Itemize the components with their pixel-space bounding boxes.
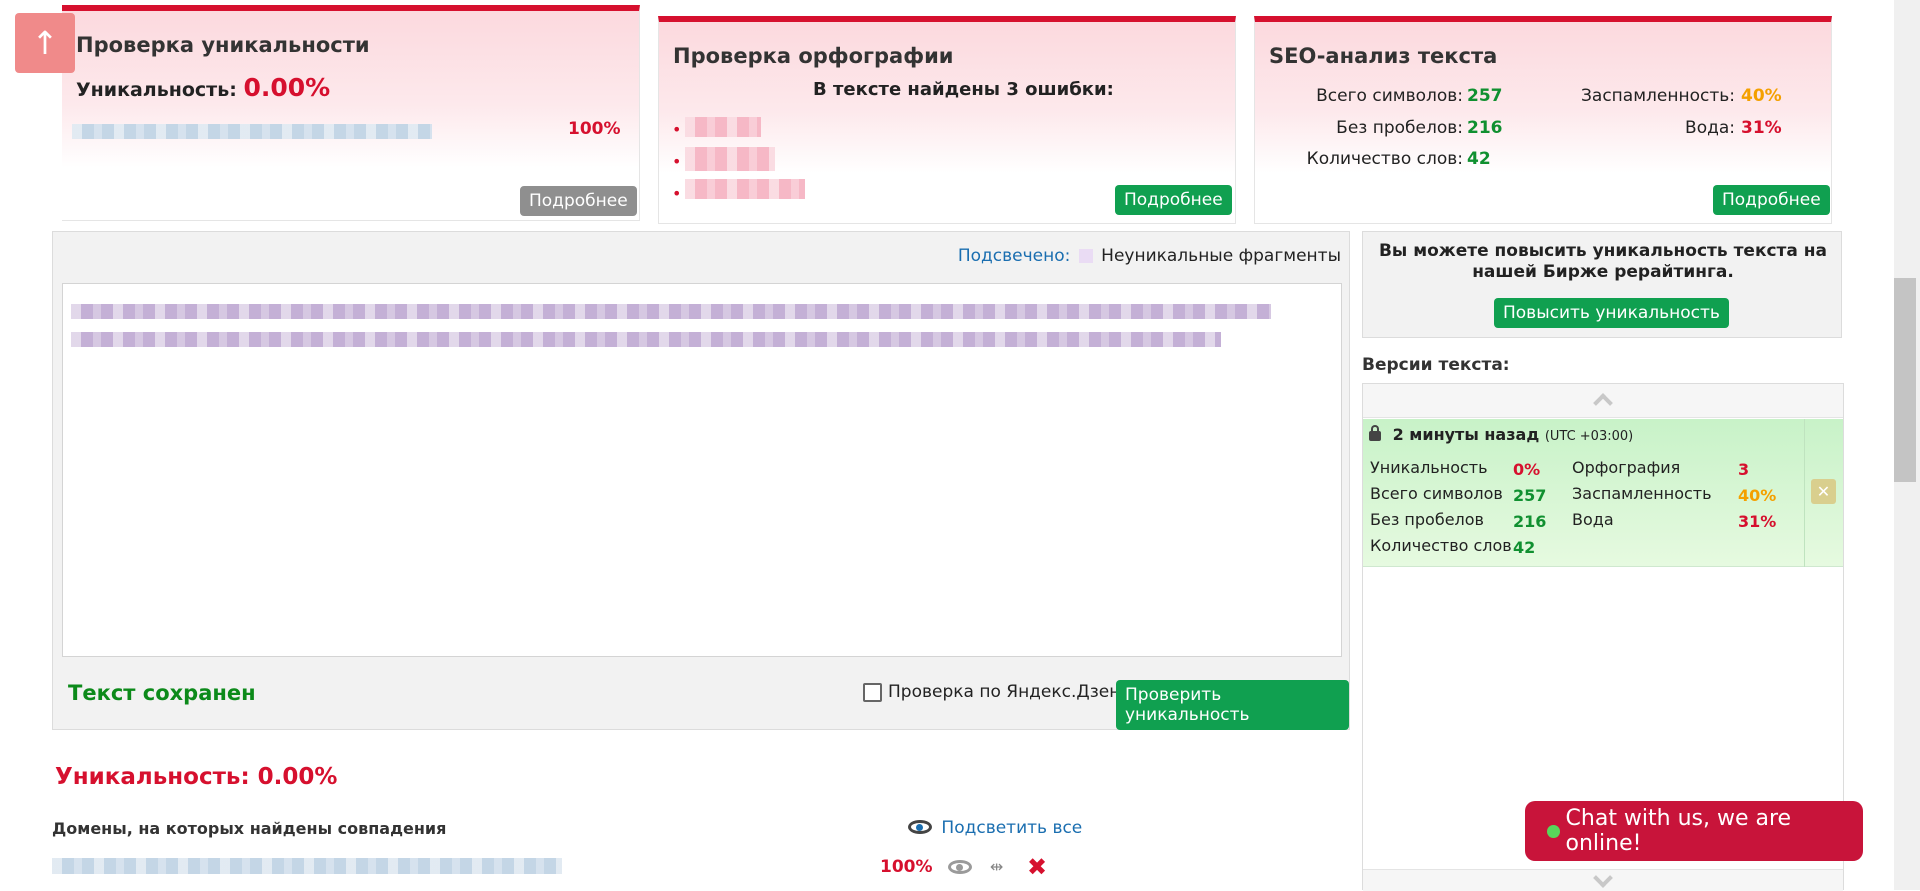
- version-values-left: 0% 257 216 42: [1513, 457, 1546, 561]
- v-nospace-label: Без пробелов: [1370, 510, 1484, 529]
- versions-title: Версии текста:: [1362, 355, 1510, 375]
- check-uniqueness-button[interactable]: Проверить уникальность: [1116, 680, 1349, 730]
- water-label: Вода:: [1685, 118, 1735, 138]
- uniqueness-label: Уникальность:: [76, 79, 237, 101]
- v-spam-label: Заспамленность: [1572, 484, 1712, 503]
- compare-icon[interactable]: ⇹: [990, 857, 1003, 876]
- spelling-summary: В тексте найдены 3 ошибки:: [813, 79, 1114, 100]
- words-value: 42: [1467, 149, 1491, 169]
- scrollbar-thumb[interactable]: [1894, 278, 1916, 482]
- uniqueness-value: 0.00%: [243, 73, 331, 102]
- close-icon: ✕: [1816, 482, 1831, 501]
- legend-swatch: [1078, 249, 1093, 263]
- v-spell: 3: [1738, 460, 1750, 479]
- blurred-text-line: [71, 332, 1221, 347]
- uniqueness-card: Проверка уникальности Уникальность: 0.00…: [62, 5, 640, 221]
- v-water: 31%: [1738, 512, 1777, 531]
- card-title: Проверка орфографии: [673, 44, 954, 68]
- version-divider: [1804, 419, 1805, 567]
- delete-version-button[interactable]: ✕: [1811, 479, 1836, 504]
- highlight-label: Подсвечено:: [957, 246, 1071, 266]
- version-item[interactable]: 2 минуты назад (UTC +03:00) Уникальность…: [1363, 419, 1843, 567]
- v-uniq-label: Уникальность: [1370, 458, 1488, 477]
- editor-panel: Подсвечено: Неуникальные фрагменты Текст…: [52, 231, 1350, 730]
- highlight-all-link[interactable]: Подсветить все: [908, 818, 1082, 838]
- v-spell-label: Орфография: [1572, 458, 1681, 477]
- card-title: SEO-анализ текста: [1269, 44, 1498, 68]
- spam-label: Заспамленность:: [1581, 86, 1735, 106]
- results-title: Уникальность: 0.00%: [55, 764, 338, 790]
- blurred-error: [685, 179, 805, 199]
- online-dot-icon: [1547, 824, 1560, 838]
- blurred-error: [685, 117, 761, 137]
- spam-value: 40%: [1741, 86, 1782, 106]
- blurred-url: [72, 124, 432, 139]
- scroll-top-button[interactable]: ↑: [15, 13, 75, 73]
- raise-uniqueness-button[interactable]: Повысить уникальность: [1494, 298, 1729, 328]
- water-value: 31%: [1741, 118, 1782, 138]
- domains-label: Домены, на которых найдены совпадения: [52, 819, 447, 838]
- blurred-error: [685, 147, 775, 171]
- total-chars-value: 257: [1467, 86, 1503, 106]
- chat-widget-button[interactable]: Chat with us, we are online!: [1525, 801, 1863, 861]
- card-title: Проверка уникальности: [76, 33, 370, 57]
- words-label: Количество слов:: [1306, 149, 1463, 169]
- arrow-up-icon: ↑: [31, 24, 59, 62]
- error-bullets: • • •: [672, 120, 682, 203]
- v-uniq: 0%: [1513, 460, 1541, 479]
- uniqueness-line: Уникальность: 0.00%: [76, 73, 330, 102]
- highlight-legend: Подсвечено: Неуникальные фрагменты: [958, 246, 1341, 266]
- text-editor[interactable]: [62, 283, 1342, 657]
- promo-panel: Вы можете повысить уникальность текста н…: [1362, 231, 1842, 338]
- view-eye-icon[interactable]: [948, 860, 972, 874]
- seo-details-button[interactable]: Подробнее: [1713, 185, 1830, 215]
- blurred-text-line: [71, 304, 1271, 319]
- version-time: 2 минуты назад: [1392, 425, 1540, 444]
- uniqueness-details-button[interactable]: Подробнее: [520, 186, 637, 216]
- version-labels-left: Уникальность Всего символов Без пробелов…: [1370, 455, 1512, 559]
- v-words-label: Количество слов: [1370, 536, 1512, 555]
- v-chars: 257: [1513, 486, 1547, 505]
- seo-card: SEO-анализ текста Всего символов: 257 Бе…: [1254, 16, 1832, 224]
- domain-match-percent: 100%: [880, 857, 933, 877]
- v-spam: 40%: [1738, 486, 1777, 505]
- chat-label: Chat with us, we are online!: [1565, 806, 1792, 856]
- yandex-checkbox-label: Проверка по Яндекс.Дзен: [888, 682, 1121, 702]
- lock-icon: [1369, 425, 1381, 441]
- version-tz: (UTC +03:00): [1544, 429, 1634, 444]
- versions-scroll-up[interactable]: [1363, 384, 1843, 418]
- yandex-checkbox[interactable]: [863, 682, 882, 702]
- v-water-label: Вода: [1572, 510, 1614, 529]
- no-spaces-label: Без пробелов:: [1336, 118, 1463, 138]
- legend-label: Неуникальные фрагменты: [1101, 246, 1341, 266]
- delete-icon[interactable]: ✖: [1027, 853, 1047, 881]
- versions-scroll-down[interactable]: [1363, 868, 1843, 891]
- blurred-domain: [52, 858, 562, 874]
- saved-status: Текст сохранен: [68, 681, 256, 705]
- yandex-checkbox-row: Проверка по Яндекс.Дзен: [863, 682, 1120, 702]
- promo-text: Вы можете повысить уникальность текста н…: [1378, 241, 1828, 282]
- v-chars-label: Всего символов: [1370, 484, 1503, 503]
- chevron-up-icon: [1593, 393, 1613, 413]
- v-nospace: 216: [1513, 512, 1547, 531]
- eye-icon: [908, 820, 932, 834]
- version-labels-right: Орфография Заспамленность Вода: [1572, 455, 1712, 533]
- v-words: 42: [1513, 538, 1536, 557]
- version-header: 2 минуты назад (UTC +03:00): [1369, 425, 1633, 444]
- no-spaces-value: 216: [1467, 118, 1503, 138]
- total-chars-label: Всего символов:: [1316, 86, 1463, 106]
- match-percent: 100%: [568, 119, 621, 139]
- spelling-details-button[interactable]: Подробнее: [1115, 185, 1232, 215]
- page-scrollbar[interactable]: [1894, 0, 1920, 890]
- version-values-right: 3 40% 31%: [1738, 457, 1776, 535]
- highlight-all-label: Подсветить все: [941, 818, 1083, 838]
- spelling-card: Проверка орфографии В тексте найдены 3 о…: [658, 16, 1236, 224]
- chevron-down-icon: [1593, 868, 1613, 888]
